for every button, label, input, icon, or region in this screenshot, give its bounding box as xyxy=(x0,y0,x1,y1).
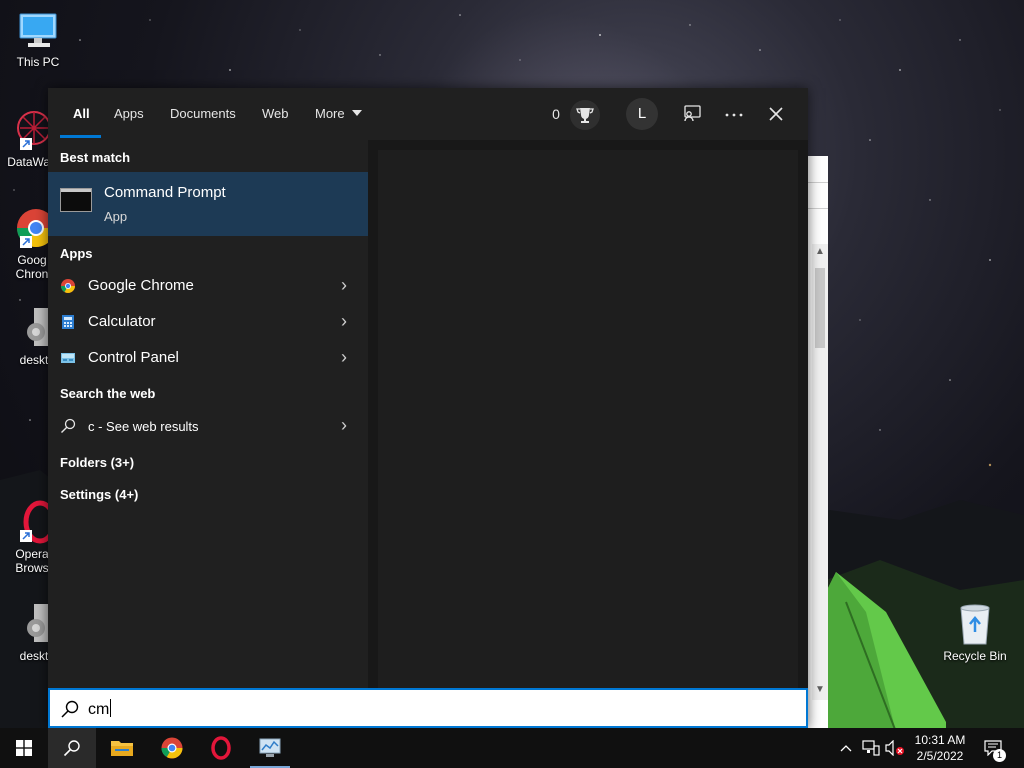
taskbar-app-running[interactable] xyxy=(246,728,294,768)
section-header-folders[interactable]: Folders (3+) xyxy=(60,455,134,470)
monitor-chart-icon xyxy=(259,738,281,757)
chevron-right-icon[interactable]: › xyxy=(336,346,352,368)
web-result[interactable]: c - See web results › xyxy=(48,408,368,444)
app-result-control-panel[interactable]: Control Panel › xyxy=(48,340,368,376)
start-button[interactable] xyxy=(0,728,48,768)
search-icon xyxy=(61,418,76,433)
section-header-best-match: Best match xyxy=(60,150,131,165)
clock-time: 10:31 AM xyxy=(914,733,966,747)
scroll-down-arrow-icon[interactable]: ▼ xyxy=(812,682,828,698)
desktop-icon-this-pc[interactable]: This PC xyxy=(0,8,76,69)
recycle-bin-icon xyxy=(960,604,990,645)
feedback-button[interactable] xyxy=(678,100,706,128)
desktop-icon-label: Recycle Bin xyxy=(943,649,1007,663)
active-tab-indicator xyxy=(60,135,101,138)
opera-icon xyxy=(211,736,231,760)
search-input[interactable]: cm xyxy=(88,699,112,719)
best-match-subtitle: App xyxy=(104,209,128,224)
more-options-icon xyxy=(725,113,743,117)
preview-content xyxy=(378,150,798,688)
chrome-icon xyxy=(61,279,75,293)
best-match-command-prompt[interactable]: Command Prompt App xyxy=(48,172,368,236)
desktop-icon-recycle-bin[interactable]: Recycle Bin xyxy=(936,602,1014,663)
chevron-up-icon xyxy=(840,745,852,752)
scroll-up-arrow-icon[interactable]: ▲ xyxy=(812,244,828,260)
results-list: Best match Command Prompt App Apps Googl… xyxy=(48,140,368,688)
app-result-calculator[interactable]: Calculator › xyxy=(48,304,368,340)
calculator-icon xyxy=(62,315,74,329)
tray-network-button[interactable] xyxy=(860,728,882,768)
tray-volume-button[interactable] xyxy=(884,728,906,768)
folder-icon xyxy=(111,741,133,756)
section-header-apps: Apps xyxy=(60,246,93,261)
close-icon xyxy=(769,107,783,121)
taskbar-chrome[interactable] xyxy=(148,728,196,768)
chevron-right-icon[interactable]: › xyxy=(336,414,352,436)
user-avatar[interactable]: L xyxy=(626,98,658,130)
best-match-title: Command Prompt xyxy=(104,184,226,201)
green-tent xyxy=(826,572,946,732)
app-result-label: Google Chrome xyxy=(88,277,194,294)
computer-icon xyxy=(19,13,57,47)
scroll-thumb[interactable] xyxy=(815,268,825,348)
taskbar: 10:31 AM 2/5/2022 1 xyxy=(0,728,1024,768)
control-panel-icon xyxy=(61,353,75,363)
rewards-trophy-button[interactable] xyxy=(570,100,600,130)
search-box[interactable]: cm xyxy=(48,688,808,728)
search-icon xyxy=(61,700,79,718)
app-result-label: Calculator xyxy=(88,313,156,330)
trophy-icon xyxy=(576,108,594,123)
section-header-search-the-web: Search the web xyxy=(60,386,156,401)
volume-muted-icon xyxy=(885,740,904,756)
windows-logo-icon xyxy=(16,740,32,756)
taskbar-search-button[interactable] xyxy=(48,728,96,768)
feedback-icon xyxy=(684,105,701,122)
taskbar-file-explorer[interactable] xyxy=(98,728,146,768)
text-caret xyxy=(110,699,112,717)
chevron-right-icon[interactable]: › xyxy=(336,310,352,332)
rewards-count: 0 xyxy=(552,106,560,122)
section-header-settings[interactable]: Settings (4+) xyxy=(60,487,138,502)
caret-down-icon xyxy=(352,110,363,116)
desktop-icon-label: This PC xyxy=(16,55,60,69)
search-panel: All Apps Documents Web More 0 L Best mat… xyxy=(48,88,808,730)
tab-more[interactable]: More xyxy=(315,88,363,140)
taskbar-opera[interactable] xyxy=(197,728,245,768)
preview-pane xyxy=(368,140,808,688)
background-window-scrollbar[interactable]: ▲ ▼ xyxy=(812,244,828,700)
action-center-button[interactable] xyxy=(980,728,1014,768)
search-icon xyxy=(63,740,80,757)
web-result-label: c - See web results xyxy=(88,419,199,434)
tray-chevron-button[interactable] xyxy=(838,728,854,768)
web-suffix: - See web results xyxy=(94,419,199,434)
command-prompt-icon xyxy=(60,188,92,212)
chrome-icon xyxy=(161,737,183,759)
notification-count-badge: 1 xyxy=(993,749,1006,762)
tab-web[interactable]: Web xyxy=(262,88,289,140)
tab-all[interactable]: All xyxy=(73,88,90,140)
tab-apps[interactable]: Apps xyxy=(114,88,144,140)
more-options-button[interactable] xyxy=(720,100,748,128)
app-result-google-chrome[interactable]: Google Chrome › xyxy=(48,268,368,304)
network-icon xyxy=(862,740,880,756)
tab-documents[interactable]: Documents xyxy=(170,88,236,140)
tray-clock[interactable]: 10:31 AM 2/5/2022 xyxy=(904,732,976,764)
tab-more-label: More xyxy=(315,106,345,121)
search-panel-header: All Apps Documents Web More 0 L xyxy=(48,88,808,140)
chevron-right-icon[interactable]: › xyxy=(336,274,352,296)
clock-date: 2/5/2022 xyxy=(916,749,964,763)
search-input-value: cm xyxy=(88,701,110,718)
app-result-label: Control Panel xyxy=(88,349,179,366)
close-button[interactable] xyxy=(762,100,790,128)
